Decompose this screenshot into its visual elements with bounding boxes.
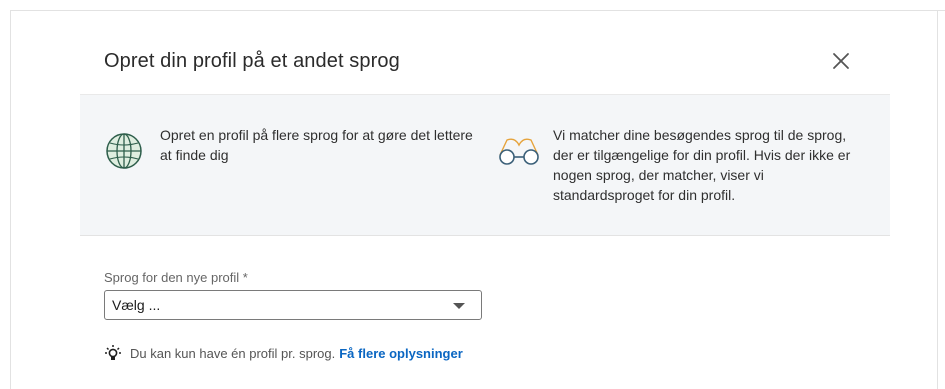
dialog-title: Opret din profil på et andet sprog xyxy=(104,50,400,72)
learn-more-link[interactable]: Få flere oplysninger xyxy=(339,346,463,361)
info-panel: Opret en profil på flere sprog for at gø… xyxy=(80,94,890,236)
language-form: Sprog for den nye profil * Vælg ... Du k… xyxy=(80,234,890,389)
lightbulb-icon xyxy=(105,345,121,360)
info-language-matching: Vi matcher dine besøgendes sprog til de … xyxy=(495,125,865,205)
globe-icon xyxy=(106,133,142,169)
language-select[interactable]: Vælg ... xyxy=(104,290,482,320)
info-multilanguage: Opret en profil på flere sprog for at gø… xyxy=(104,125,484,171)
glasses-icon xyxy=(499,138,539,165)
close-icon xyxy=(833,53,849,69)
info-multilanguage-text: Opret en profil på flere sprog for at gø… xyxy=(160,127,473,163)
language-select-value: Vælg ... xyxy=(112,297,161,313)
language-profile-dialog: Opret din profil på et andet sprog Opret… xyxy=(80,28,890,389)
close-button[interactable] xyxy=(828,48,854,74)
dialog-header: Opret din profil på et andet sprog xyxy=(80,28,890,94)
chevron-down-icon xyxy=(453,303,465,309)
page-frame-right xyxy=(937,10,938,389)
info-language-matching-text: Vi matcher dine besøgendes sprog til de … xyxy=(553,127,851,203)
tip-text: Du kan kun have én profil pr. sprog. xyxy=(130,345,336,361)
tip-row: Du kan kun have én profil pr. sprog. Få … xyxy=(104,344,463,362)
language-select-label: Sprog for den nye profil * xyxy=(104,270,248,285)
